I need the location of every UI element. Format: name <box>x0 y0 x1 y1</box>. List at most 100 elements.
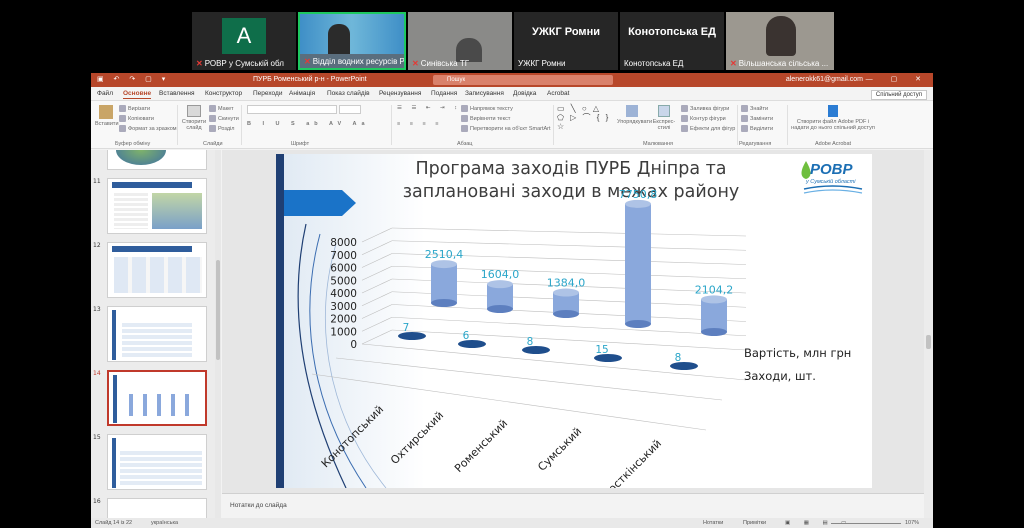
replace-button[interactable]: Замінити <box>741 115 773 122</box>
section-button[interactable]: Розділ <box>209 125 234 132</box>
align-buttons[interactable]: ≡ ≡ ≡ ≡ <box>397 121 442 127</box>
current-slide[interactable]: Програма заходів ПУРБ Дніпра та запланов… <box>276 154 872 488</box>
copy-icon <box>119 115 126 122</box>
cut-button[interactable]: Вирізати <box>119 105 150 112</box>
participant-tile-2[interactable]: ✕ Відділ водних ресурсів Р... <box>298 12 406 70</box>
gridline <box>361 240 393 256</box>
powerpoint-window: ▣ ↶ ↷ ▢ ▾ ПУРБ Роменський р-н - PowerPoi… <box>91 73 933 528</box>
cost-value-label: 2104,2 <box>695 283 734 296</box>
list-buttons[interactable]: ☰ ☰ ⇤ ⇥ ↕ <box>397 105 461 111</box>
layout-button[interactable]: Макет <box>209 105 234 112</box>
tab-record[interactable]: Записування <box>465 90 504 97</box>
comments-button[interactable]: Примітки <box>743 520 766 526</box>
ribbon-tabs: Файл Основне Вставлення Конструктор Пере… <box>91 87 933 101</box>
shapes-gallery[interactable]: ▭ ╲ ○ △ ⬠ ▷ ⌒ { } ☆ <box>557 104 613 131</box>
tab-file[interactable]: Файл <box>97 90 113 97</box>
quick-styles-button[interactable]: Експрес-стилі <box>649 105 679 131</box>
tab-design[interactable]: Конструктор <box>205 90 242 97</box>
zoom-level[interactable]: 107% <box>905 520 919 526</box>
y-tick-label: 7000 <box>330 250 357 262</box>
group-label-acrobat: Adobe Acrobat <box>815 141 852 147</box>
cost-bar <box>625 203 651 324</box>
find-button[interactable]: Знайти <box>741 105 768 112</box>
participant-tile-5[interactable]: Конотопська ЕД Конотопська ЕД <box>620 12 724 70</box>
arrange-button[interactable]: Упорядкувати <box>617 105 652 125</box>
format-painter-button[interactable]: Формат за зразком <box>119 125 177 132</box>
participant-name: Відділ водних ресурсів Р... <box>312 57 406 66</box>
participant-name: РОВР у Сумській обл <box>204 59 284 68</box>
notes-pane[interactable]: Нотатки до слайда <box>222 493 924 517</box>
slide-thumbnail-10[interactable] <box>107 150 207 170</box>
tab-slideshow[interactable]: Показ слайдів <box>327 90 370 97</box>
floor-line <box>335 357 723 401</box>
map-thumbnail-image <box>116 150 166 165</box>
zoom-slider[interactable] <box>831 523 901 524</box>
smartart-button[interactable]: Перетворити на об'єкт SmartArt <box>461 125 551 132</box>
participant-tile-1[interactable]: А ✕ РОВР у Сумській обл <box>192 12 296 70</box>
slide-thumbnail-11[interactable] <box>107 178 207 234</box>
align-text-button[interactable]: Вирівняти текст <box>461 115 510 122</box>
outline-icon <box>681 115 688 122</box>
cost-bar-top <box>625 199 651 208</box>
font-size-select[interactable] <box>339 105 361 114</box>
participant-tile-3[interactable]: ✕ Синівська ТГ <box>408 12 512 70</box>
participant-tile-4[interactable]: УЖКГ Ромни УЖКГ Ромни <box>514 12 618 70</box>
slide-thumbnail-13[interactable] <box>107 306 207 362</box>
ribbon: Вставити Вирізати Копіювати Формат за зр… <box>91 101 933 149</box>
tab-insert[interactable]: Вставлення <box>159 90 195 97</box>
text-direction-button[interactable]: Напрямок тексту <box>461 105 513 112</box>
tab-animations[interactable]: Анімація <box>289 90 315 97</box>
title-bar: ▣ ↶ ↷ ▢ ▾ ПУРБ Роменський р-н - PowerPoi… <box>91 73 933 87</box>
mic-muted-icon: ✕ <box>304 57 311 66</box>
participant-name: Конотопська ЕД <box>624 59 684 68</box>
category-label: Шосткінський <box>597 437 664 488</box>
paste-button[interactable]: Вставити <box>95 105 119 127</box>
tab-review[interactable]: Рецензування <box>379 90 421 97</box>
slide-canvas: Програма заходів ПУРБ Дніпра та запланов… <box>222 150 924 493</box>
cost-bar-base <box>553 310 579 318</box>
cost-value-label: 1604,0 <box>481 268 520 281</box>
shape-fill-button[interactable]: Заливка фігури <box>681 105 729 112</box>
copy-button[interactable]: Копіювати <box>119 115 154 122</box>
search-box[interactable]: Пошук <box>433 75 613 85</box>
tab-help[interactable]: Довідка <box>513 90 536 97</box>
font-family-select[interactable] <box>247 105 337 114</box>
paste-icon <box>99 105 113 119</box>
new-slide-icon <box>187 105 201 117</box>
window-controls[interactable]: — ▢ ✕ <box>866 75 929 83</box>
slide-number: 12 <box>93 242 101 249</box>
share-button[interactable]: Спільний доступ <box>870 90 927 100</box>
notes-placeholder: Нотатки до слайда <box>230 502 287 509</box>
slide-thumbnail-12[interactable] <box>107 242 207 298</box>
effects-icon <box>681 125 688 132</box>
reset-button[interactable]: Скинути <box>209 115 239 122</box>
slide-thumbnail-14[interactable] <box>107 370 207 426</box>
align-text-icon <box>461 115 468 122</box>
slide-thumbnail-16[interactable] <box>107 498 207 518</box>
adobe-pdf-button[interactable]: Створити файл Adobe PDF і надати до ньог… <box>791 105 875 131</box>
participant-tile-6[interactable]: ✕ Вільшанська сільська ... <box>726 12 834 70</box>
cost-bar <box>431 264 457 303</box>
language-indicator[interactable]: українська <box>151 520 178 526</box>
tab-transitions[interactable]: Переходи <box>253 90 282 97</box>
slide-scrollbar[interactable] <box>924 150 933 518</box>
slide-thumbnail-15[interactable] <box>107 434 207 490</box>
mic-muted-icon: ✕ <box>196 59 203 68</box>
tab-home[interactable]: Основне <box>123 90 152 99</box>
quick-access-toolbar[interactable]: ▣ ↶ ↷ ▢ ▾ <box>97 75 169 83</box>
participant-name: Синівська ТГ <box>420 59 470 68</box>
font-format-buttons[interactable]: B I U S ab AV Aa <box>247 121 370 127</box>
cost-bar-top <box>553 288 579 297</box>
quick-styles-icon <box>658 105 670 117</box>
new-slide-button[interactable]: Створити слайд <box>181 105 207 131</box>
tab-view[interactable]: Подання <box>431 90 457 97</box>
tab-acrobat[interactable]: Acrobat <box>547 90 569 97</box>
shape-effects-button[interactable]: Ефекти для фігур <box>681 125 735 132</box>
category-label: Охтирський <box>388 409 446 467</box>
user-account[interactable]: alenerokk61@gmail.com <box>786 76 863 83</box>
select-button[interactable]: Виділити <box>741 125 773 132</box>
thumbnails-scrollbar[interactable] <box>215 150 221 518</box>
participant-name: Вільшанська сільська ... <box>738 59 829 68</box>
notes-button[interactable]: Нотатки <box>703 520 723 526</box>
shape-outline-button[interactable]: Контур фігури <box>681 115 726 122</box>
